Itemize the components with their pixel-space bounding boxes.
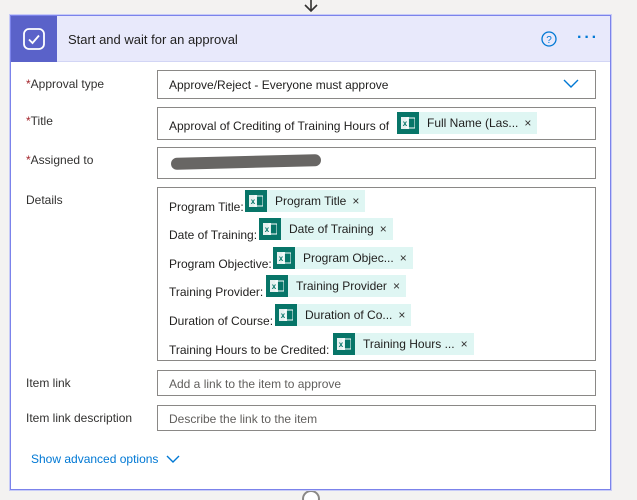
help-circle-icon[interactable]: ? <box>541 31 557 47</box>
item-link-description-input[interactable]: Describe the link to the item <box>157 405 596 431</box>
item-link-description-placeholder: Describe the link to the item <box>169 412 318 426</box>
svg-text:x: x <box>279 254 284 263</box>
redacted-email <box>170 154 322 170</box>
flow-arrow-down-icon <box>304 0 318 13</box>
svg-text:?: ? <box>546 35 552 46</box>
details-line-program-title: Program Title: <box>169 200 244 214</box>
approval-action-card: Start and wait for an approval ? ··· *Ap… <box>10 15 611 490</box>
token-label: Program Title <box>275 194 347 208</box>
dynamic-token-full-name[interactable]: x Full Name (Las... × <box>397 112 538 134</box>
chevron-down-icon <box>166 455 180 463</box>
excel-icon: x <box>259 218 281 240</box>
details-line-training-hours: Training Hours to be Credited: <box>169 343 330 357</box>
excel-icon: x <box>397 112 419 134</box>
dynamic-token-training-provider[interactable]: x Training Provider × <box>266 275 406 297</box>
details-textarea[interactable]: Program Title: x Program Title × Date of… <box>157 187 596 361</box>
show-advanced-options-link[interactable]: Show advanced options <box>31 452 180 466</box>
chevron-down-icon[interactable] <box>563 79 579 89</box>
dynamic-token-date-of-training[interactable]: x Date of Training × <box>259 218 393 240</box>
close-icon[interactable]: × <box>380 222 393 236</box>
svg-text:x: x <box>265 225 270 234</box>
token-label: Full Name (Las... <box>427 116 519 130</box>
card-header[interactable]: Start and wait for an approval ? ··· <box>11 16 610 62</box>
dynamic-token-training-hours[interactable]: x Training Hours ... × <box>333 333 474 355</box>
close-icon[interactable]: × <box>400 251 413 265</box>
token-label: Training Provider <box>296 279 387 293</box>
token-label: Duration of Co... <box>305 308 393 322</box>
token-label: Date of Training <box>289 222 374 236</box>
more-ellipsis-icon[interactable]: ··· <box>577 30 599 46</box>
dynamic-token-program-title[interactable]: x Program Title × <box>245 190 366 212</box>
title-prefix-text: Approval of Crediting of Training Hours … <box>169 119 390 133</box>
details-line-duration-of-course: Duration of Course: <box>169 314 274 328</box>
excel-icon: x <box>245 190 267 212</box>
svg-text:x: x <box>403 119 408 128</box>
close-icon[interactable]: × <box>393 279 406 293</box>
item-link-input[interactable]: Add a link to the item to approve <box>157 370 596 396</box>
excel-icon: x <box>275 304 297 326</box>
card-title: Start and wait for an approval <box>68 32 238 47</box>
approval-connector-icon <box>11 16 57 62</box>
svg-text:x: x <box>339 340 344 349</box>
svg-text:x: x <box>272 282 277 291</box>
item-link-label: Item link <box>26 376 71 390</box>
approval-type-value: Approve/Reject - Everyone must approve <box>169 78 389 92</box>
title-label: *Title <box>26 114 53 128</box>
token-label: Program Objec... <box>303 251 394 265</box>
flow-add-step-handle[interactable] <box>302 490 320 500</box>
close-icon[interactable]: × <box>398 308 411 322</box>
approval-type-dropdown[interactable]: Approve/Reject - Everyone must approve <box>157 70 596 99</box>
details-line-program-objective: Program Objective: <box>169 257 272 271</box>
approval-type-label: *Approval type <box>26 77 105 91</box>
dynamic-token-program-objective[interactable]: x Program Objec... × <box>273 247 413 269</box>
assigned-to-input[interactable] <box>157 147 596 179</box>
show-advanced-label: Show advanced options <box>31 452 159 466</box>
close-icon[interactable]: × <box>524 116 537 130</box>
token-label: Training Hours ... <box>363 337 455 351</box>
close-icon[interactable]: × <box>352 194 365 208</box>
svg-text:x: x <box>281 311 286 320</box>
excel-icon: x <box>266 275 288 297</box>
excel-icon: x <box>273 247 295 269</box>
item-link-description-label: Item link description <box>26 411 133 425</box>
details-label: Details <box>26 193 63 207</box>
details-line-training-provider: Training Provider: <box>169 285 264 299</box>
assigned-to-label: *Assigned to <box>26 153 94 167</box>
close-icon[interactable]: × <box>461 337 474 351</box>
item-link-placeholder: Add a link to the item to approve <box>169 377 342 391</box>
details-line-date-of-training: Date of Training: <box>169 228 258 242</box>
title-input[interactable]: Approval of Crediting of Training Hours … <box>157 107 596 140</box>
excel-icon: x <box>333 333 355 355</box>
dynamic-token-duration-of-course[interactable]: x Duration of Co... × <box>275 304 412 326</box>
svg-text:x: x <box>251 197 256 206</box>
